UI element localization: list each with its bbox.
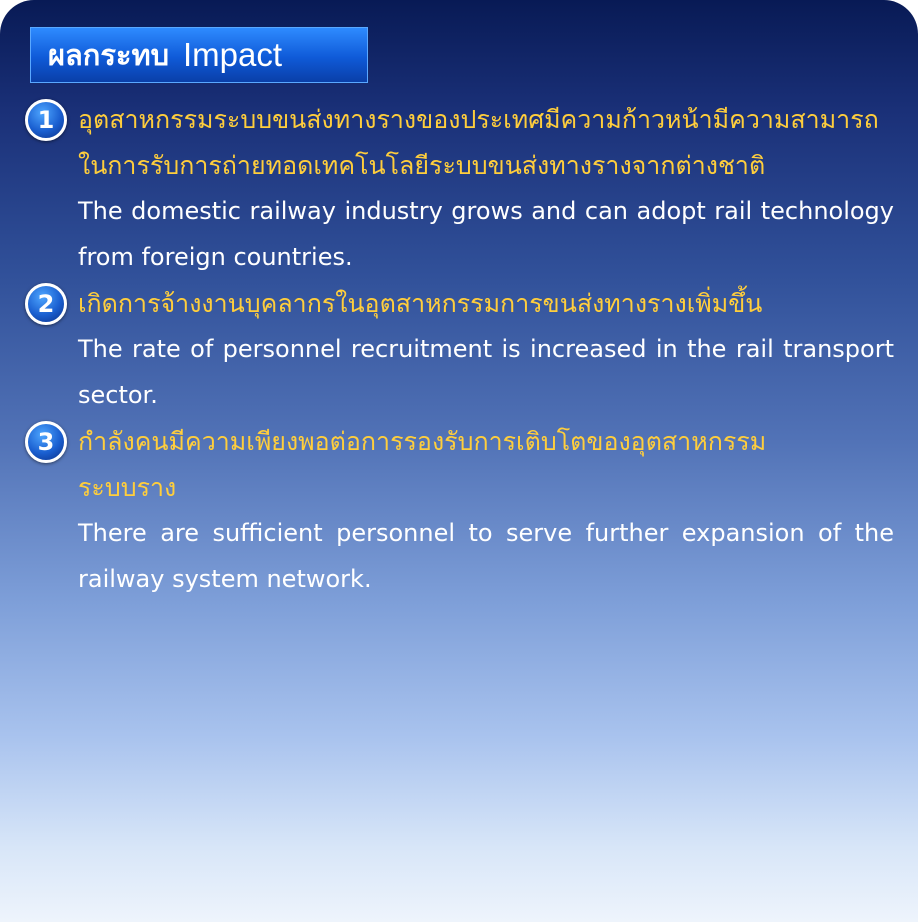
- impact-card: ผลกระทบ Impact 1 อุตสาหกรรมระบบขนส่งทางร…: [0, 0, 918, 922]
- title-thai: ผลกระทบ: [48, 38, 169, 72]
- impact-thai-line: เกิดการจ้างงานบุคลากรในอุตสาหกรรมการขนส่…: [78, 289, 763, 318]
- number-badge-label: 3: [37, 428, 55, 456]
- impact-thai-line: กำลังคนมีความเพียงพอต่อการรองรับการเติบโ…: [78, 427, 767, 456]
- impact-english-text: There are sufficient personnel to serve …: [78, 519, 894, 593]
- title-english: Impact: [183, 36, 283, 73]
- impact-thai-line: อุตสาหกรรมระบบขนส่งทางรางของประเทศมีความ…: [78, 105, 879, 134]
- impact-english-text: The rate of personnel recruitment is inc…: [78, 335, 894, 409]
- title-banner: ผลกระทบ Impact: [30, 27, 368, 83]
- number-badge-label: 2: [37, 290, 55, 318]
- impact-english-text: The domestic railway industry grows and …: [78, 197, 894, 271]
- number-badge-2: 2: [25, 283, 67, 325]
- impact-thai-line: ในการรับการถ่ายทอดเทคโนโลยีระบบขนส่งทางร…: [78, 151, 766, 180]
- number-badge-1: 1: [25, 99, 67, 141]
- number-badge-label: 1: [37, 106, 55, 134]
- impact-thai-line: ระบบราง: [78, 473, 177, 502]
- number-badge-3: 3: [25, 421, 67, 463]
